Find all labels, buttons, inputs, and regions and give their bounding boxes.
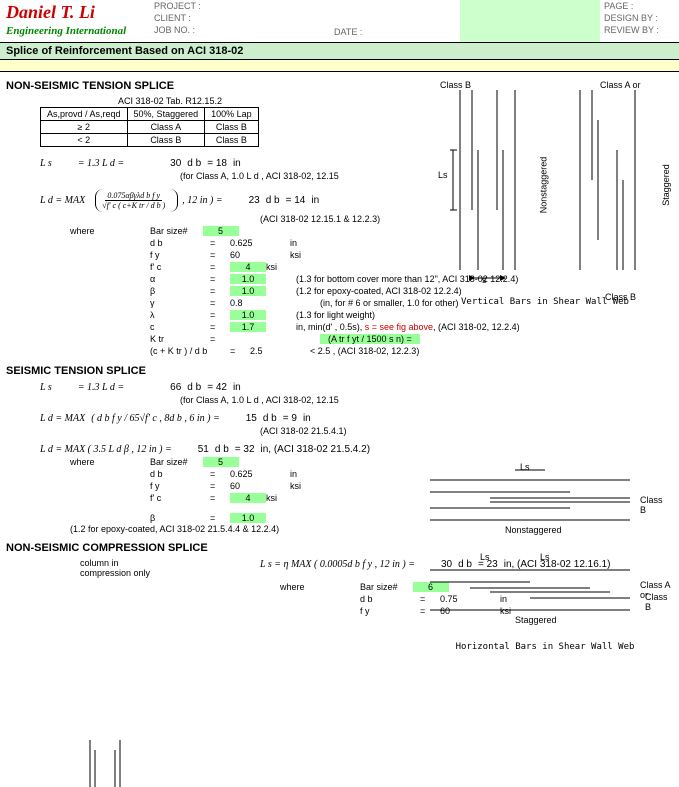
designby-label: DESIGN BY : [600,12,679,24]
calc-ls-seismic: L s = 1.3 L d = 66 d b = 42 in [40,381,679,394]
barsize-input[interactable]: 5 [203,226,239,236]
barsize2-input[interactable]: 5 [203,457,239,467]
header: Daniel T. Li Engineering International P… [0,0,679,42]
splice-class-table: As,provd / As,reqd50%, Staggered100% Lap… [40,107,259,147]
reviewby-label: REVIEW BY : [600,24,679,36]
s-label: s [482,275,487,285]
classa-label: Class A or [600,80,641,90]
table1-caption: ACI 318-02 Tab. R12.15.2 [40,96,300,106]
calc3-note: (for Class A, 1.0 L d , ACI 318-02, 12.1… [180,394,679,406]
vertical-bars-diagram: Class B Class A or Class B Nonstaggered … [420,80,670,307]
ktr-input[interactable]: (A tr f yt / 1500 s n) = [320,334,420,344]
beta2-input[interactable]: 1.0 [230,513,266,523]
lambda-input[interactable]: 1.0 [230,310,266,320]
td: ≥ 2 [41,121,128,134]
horizontal-bars-diagram: Ls Class B Nonstaggered Class A or Class… [420,460,670,652]
fc2-input[interactable]: 4 [230,493,266,503]
td: Class B [127,134,205,147]
company-subtitle: Engineering International [0,25,150,37]
calc4-note: (ACI 318-02 21.5.4.1) [260,425,679,437]
section2-title: SEISMIC TENSION SPLICE [0,357,679,381]
calc-ld-seismic2: L d = MAX ( 3.5 L d β , 12 in ) = 51 d b… [40,443,679,456]
classb-label: Class B [440,80,471,90]
th3: 100% Lap [205,108,259,121]
td: Class B [205,121,259,134]
td: < 2 [41,134,128,147]
ls2-label: Ls [520,462,530,472]
nonstaggered2-label: Nonstaggered [505,525,562,535]
ls3-label: Ls [480,552,490,562]
c-input[interactable]: 1.7 [230,322,266,332]
td: Class B [205,134,259,147]
beta-input[interactable]: 1.0 [230,286,266,296]
th2: 50%, Staggered [127,108,205,121]
page: Daniel T. Li Engineering International P… [0,0,679,787]
nonstaggered-label: Nonstaggered [538,157,548,214]
page-label: PAGE : [600,0,679,12]
staggered-label: Staggered [661,164,671,206]
alpha-input[interactable]: 1.0 [230,274,266,284]
ls-label: Ls [438,170,448,180]
ls4-label: Ls [540,552,550,562]
diagram2-caption: Horizontal Bars in Shear Wall Web [420,642,670,652]
classa2-label: Class B [605,292,636,302]
doc-title: Splice of Reinforcement Based on ACI 318… [0,42,679,60]
client-label: CLIENT : [150,12,330,24]
staggered2-label: Staggered [515,615,557,625]
column-diagram [80,740,140,787]
company-name: Daniel T. Li [0,0,150,25]
date-label: DATE : [330,26,460,38]
td: Class A [127,121,205,134]
classb2-label: Class B [640,495,670,515]
calc-ld-seismic1: L d = MAX ( d b f y / 65√f' c , 8d b , 6… [40,412,679,425]
classa4-label: Class B [645,592,670,612]
jobno-label: JOB NO. : [150,24,330,36]
yellow-strip [0,60,679,72]
th1: As,provd / As,reqd [41,108,128,121]
fc-input[interactable]: 4 [230,262,266,272]
project-label: PROJECT : [150,0,330,12]
